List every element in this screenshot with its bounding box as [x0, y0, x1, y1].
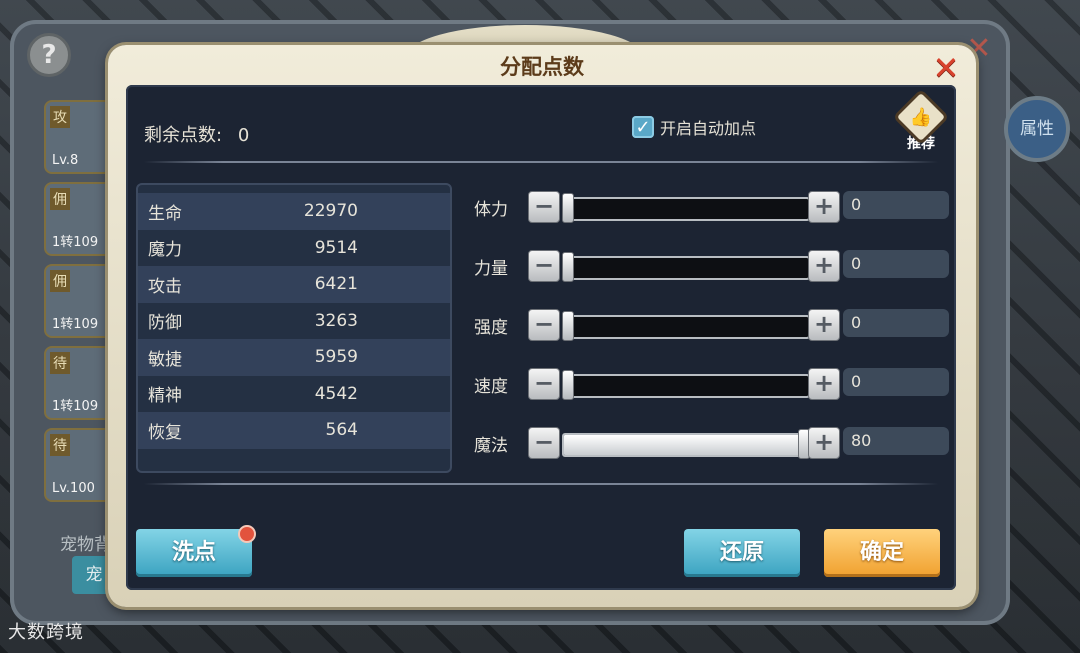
pet-level: Lv.8: [52, 153, 79, 168]
dialog-title: 分配点数: [500, 55, 584, 79]
pet-status-tag: 攻: [50, 106, 70, 128]
stat-row: 魔力 9514: [138, 230, 450, 267]
stat-name: 恢复: [148, 422, 182, 443]
stat-name: 敏捷: [148, 349, 182, 370]
pet-level: 1转109: [52, 317, 99, 332]
remaining-value: 0: [237, 125, 250, 146]
attribute-sliders: 体力 − + 0 力量 − + 0 强度 − + 0 速度 − + 0 魔法 −…: [474, 189, 954, 484]
remaining-label: 剩余点数:: [144, 125, 223, 146]
attribute-button[interactable]: 属性: [1004, 96, 1070, 162]
minus-button[interactable]: −: [528, 250, 560, 282]
divider: [144, 161, 938, 163]
stats-table: 生命 22970 魔力 9514 攻击 6421 防御 3263 敏捷 5959…: [136, 183, 452, 473]
pet-level: Lv.100: [52, 481, 95, 496]
minus-button[interactable]: −: [528, 191, 560, 223]
pet-card[interactable]: 佣 1转109: [44, 264, 114, 338]
stat-name: 精神: [148, 386, 182, 407]
slider-value: 0: [843, 191, 949, 219]
slider-track[interactable]: [562, 433, 810, 457]
stat-value: 4542: [314, 383, 358, 404]
pet-status-tag: 待: [50, 434, 70, 456]
watermark: 大数跨境: [8, 622, 84, 643]
pet-status-tag: 佣: [50, 188, 70, 210]
slider-label: 速度: [474, 377, 508, 397]
pet-status-tag: 待: [50, 352, 70, 374]
pet-bag-label: 宠物背: [60, 535, 111, 555]
slider-label: 强度: [474, 318, 508, 338]
slider-handle[interactable]: [562, 370, 574, 400]
slider-handle[interactable]: [562, 252, 574, 282]
slider-row-speed: 速度 − + 0: [474, 366, 954, 425]
stat-row: 敏捷 5959: [138, 339, 450, 376]
pet-card[interactable]: 待 1转109: [44, 346, 114, 420]
stat-name: 防御: [148, 313, 182, 334]
slider-track[interactable]: [562, 315, 810, 339]
slider-row-stamina: 体力 − + 0: [474, 189, 954, 248]
stat-row: 恢复 564: [138, 412, 450, 449]
auto-add-label: 开启自动加点: [660, 119, 757, 138]
allocate-points-dialog: 分配点数 ✕ 剩余点数: 0 ✓ 开启自动加点 👍 推荐 生命 22970 魔力…: [108, 45, 976, 607]
plus-button[interactable]: +: [808, 250, 840, 282]
slider-row-magic: 魔法 − + 80: [474, 425, 954, 484]
close-icon[interactable]: ✕: [928, 51, 964, 85]
slider-row-toughness: 强度 − + 0: [474, 307, 954, 366]
pet-level: 1转109: [52, 399, 99, 414]
pet-level: 1转109: [52, 235, 99, 250]
slider-value: 80: [843, 427, 949, 455]
stat-row: 生命 22970: [138, 193, 450, 230]
slider-handle[interactable]: [562, 193, 574, 223]
stat-name: 生命: [148, 203, 182, 224]
slider-value: 0: [843, 368, 949, 396]
slider-handle[interactable]: [562, 311, 574, 341]
checkbox-checked-icon[interactable]: ✓: [632, 116, 654, 138]
slider-label: 魔法: [474, 436, 508, 456]
stat-value: 5959: [314, 347, 358, 368]
slider-track[interactable]: [562, 256, 810, 280]
slider-track[interactable]: [562, 374, 810, 398]
reset-points-button[interactable]: 洗点: [136, 529, 252, 577]
slider-value: 0: [843, 250, 949, 278]
pet-status-tag: 佣: [50, 270, 70, 292]
stat-row: 攻击 6421: [138, 266, 450, 303]
stat-value: 9514: [314, 237, 358, 258]
recommend-button[interactable]: 👍 推荐: [892, 88, 950, 152]
confirm-button[interactable]: 确定: [824, 529, 940, 577]
minus-button[interactable]: −: [528, 427, 560, 459]
slider-value: 0: [843, 309, 949, 337]
notification-dot: [238, 525, 256, 543]
auto-add-toggle[interactable]: ✓ 开启自动加点: [632, 115, 756, 139]
plus-button[interactable]: +: [808, 368, 840, 400]
pet-card[interactable]: 佣 1转109: [44, 182, 114, 256]
divider: [144, 483, 938, 485]
minus-button[interactable]: −: [528, 309, 560, 341]
plus-button[interactable]: +: [808, 309, 840, 341]
slider-row-strength: 力量 − + 0: [474, 248, 954, 307]
pet-card[interactable]: 待 Lv.100: [44, 428, 114, 502]
plus-button[interactable]: +: [808, 191, 840, 223]
remaining-points: 剩余点数: 0: [144, 121, 249, 147]
stat-value: 564: [325, 420, 358, 441]
minus-button[interactable]: −: [528, 368, 560, 400]
stat-value: 22970: [303, 201, 358, 222]
slider-label: 体力: [474, 200, 508, 220]
help-icon[interactable]: ?: [27, 33, 71, 77]
dialog-panel: 剩余点数: 0 ✓ 开启自动加点 👍 推荐 生命 22970 魔力 9514 攻…: [126, 85, 956, 590]
slider-track[interactable]: [562, 197, 810, 221]
stat-name: 攻击: [148, 276, 182, 297]
stat-row: 精神 4542: [138, 376, 450, 413]
pet-list: 攻 Lv.8 佣 1转109 佣 1转109 待 1转109 待 Lv.100: [44, 100, 116, 510]
restore-button[interactable]: 还原: [684, 529, 800, 577]
slider-label: 力量: [474, 259, 508, 279]
stat-row: 防御 3263: [138, 303, 450, 340]
plus-button[interactable]: +: [808, 427, 840, 459]
stat-name: 魔力: [148, 240, 182, 261]
stat-value: 6421: [314, 274, 358, 295]
pet-card[interactable]: 攻 Lv.8: [44, 100, 114, 174]
stat-value: 3263: [314, 310, 358, 331]
